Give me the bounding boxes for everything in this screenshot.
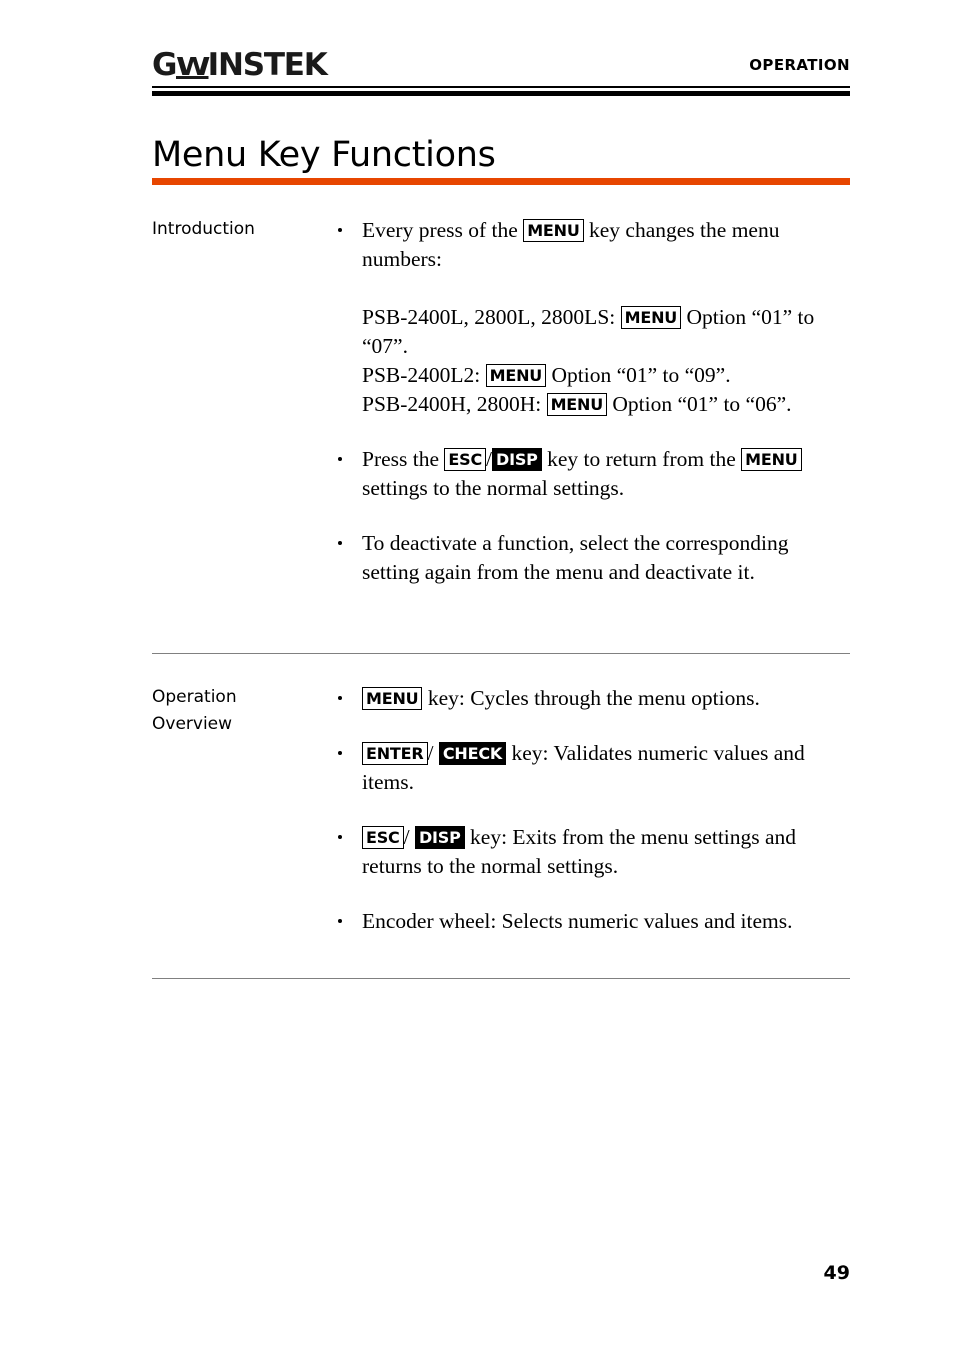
bullet-dot-icon — [338, 751, 342, 755]
section-label-operation-overview: Operation Overview — [152, 684, 332, 738]
bullet-dot-icon — [338, 835, 342, 839]
page-title: Menu Key Functions — [152, 135, 496, 175]
chapter-title: OPERATION — [749, 56, 850, 74]
body-text: PSB-2400L2: — [362, 363, 486, 387]
key-cap-menu: MENU — [546, 393, 608, 416]
body-text: key: Cycles through the menu options. — [422, 686, 760, 710]
page-number: 49 — [823, 1262, 850, 1284]
bullet-dot-icon — [338, 228, 342, 232]
section-body-introduction: Every press of the MENU key changes the … — [330, 216, 850, 587]
bullet-list: Every press of the MENU key changes the … — [330, 216, 850, 587]
bullet-dot-icon — [338, 696, 342, 700]
section-body-operation-overview: MENU key: Cycles through the menu option… — [330, 684, 850, 936]
body-text: Option “01” to “06”. — [607, 392, 792, 416]
bullet-item: ESC / DISP key: Exits from the menu setti… — [330, 823, 850, 881]
body-text: PSB-2400H, 2800H: — [362, 392, 547, 416]
bullet-item: Encoder wheel: Selects numeric values an… — [330, 907, 850, 936]
bullet-sub-line: PSB-2400H, 2800H: MENU Option “01” to “0… — [362, 390, 850, 419]
section-label-introduction: Introduction — [152, 219, 255, 239]
bullet-item: Press the ESC / DISP key to return from th… — [330, 445, 850, 503]
bullet-item: MENU key: Cycles through the menu option… — [330, 684, 850, 713]
body-text: Option “01” to “09”. — [546, 363, 731, 387]
bullet-dot-icon — [338, 457, 342, 461]
bullet-text: Encoder wheel: Selects numeric values an… — [362, 907, 850, 936]
bullet-text: ENTER / CHECK key: Validates numeric valu… — [362, 739, 850, 797]
gw-instek-logo: GWINSTEK — [152, 47, 328, 84]
key-cap-enter: ENTER — [362, 742, 428, 765]
bullet-dot-icon — [338, 541, 342, 545]
body-text: settings to the normal settings. — [362, 476, 625, 500]
section-separator-2 — [152, 978, 850, 979]
body-text: PSB-2400L, 2800L, 2800LS: — [362, 305, 621, 329]
logo-letter-g: G — [152, 47, 177, 83]
bullet-text: Press the ESC / DISP key to return from th… — [362, 445, 850, 503]
bullet-text: To deactivate a function, select the cor… — [362, 529, 850, 587]
body-text: To deactivate a function, select the cor… — [362, 531, 789, 584]
header-rule-thin — [152, 86, 850, 88]
bullet-item: Every press of the MENU key changes the … — [330, 216, 850, 419]
section-separator-1 — [152, 653, 850, 654]
key-cap-disp: DISP — [414, 826, 465, 849]
key-cap-menu: MENU — [523, 219, 584, 242]
body-text: key to return from the — [541, 447, 742, 471]
bullet-text: Every press of the MENU key changes the … — [362, 216, 850, 274]
logo-word-instek: INSTEK — [207, 47, 328, 83]
bullet-list: MENU key: Cycles through the menu option… — [330, 684, 850, 936]
header-rule-thick — [152, 91, 850, 96]
key-cap-menu: MENU — [485, 364, 547, 387]
bullet-sub-line: PSB-2400L, 2800L, 2800LS: MENU Option “0… — [362, 303, 850, 361]
title-underline-rule — [152, 178, 850, 185]
body-text: / — [403, 825, 415, 849]
bullet-dot-icon — [338, 919, 342, 923]
bullet-sub-line: PSB-2400L2: MENU Option “01” to “09”. — [362, 361, 850, 390]
bullet-sub-block: PSB-2400L, 2800L, 2800LS: MENU Option “0… — [362, 303, 850, 419]
bullet-item: ENTER / CHECK key: Validates numeric valu… — [330, 739, 850, 797]
body-text: Press the — [362, 447, 445, 471]
body-text: / — [427, 741, 439, 765]
key-cap-disp: DISP — [492, 448, 542, 471]
section-label-line-1: Operation — [152, 687, 237, 707]
body-text: Encoder wheel: Selects numeric values an… — [362, 909, 793, 933]
key-cap-esc: ESC — [444, 448, 487, 471]
key-cap-menu: MENU — [362, 687, 423, 710]
document-page: GWINSTEK OPERATION Menu Key Functions In… — [0, 0, 954, 1354]
key-cap-menu: MENU — [620, 306, 682, 329]
bullet-item: To deactivate a function, select the cor… — [330, 529, 850, 587]
key-cap-esc: ESC — [362, 826, 404, 849]
logo-letter-w: W — [176, 50, 211, 84]
key-cap-check: CHECK — [438, 742, 507, 765]
bullet-text: MENU key: Cycles through the menu option… — [362, 684, 850, 713]
key-cap-menu: MENU — [741, 448, 802, 471]
section-label-line-2: Overview — [152, 714, 233, 734]
bullet-text: ESC / DISP key: Exits from the menu setti… — [362, 823, 850, 881]
body-text: Every press of the — [362, 218, 524, 242]
